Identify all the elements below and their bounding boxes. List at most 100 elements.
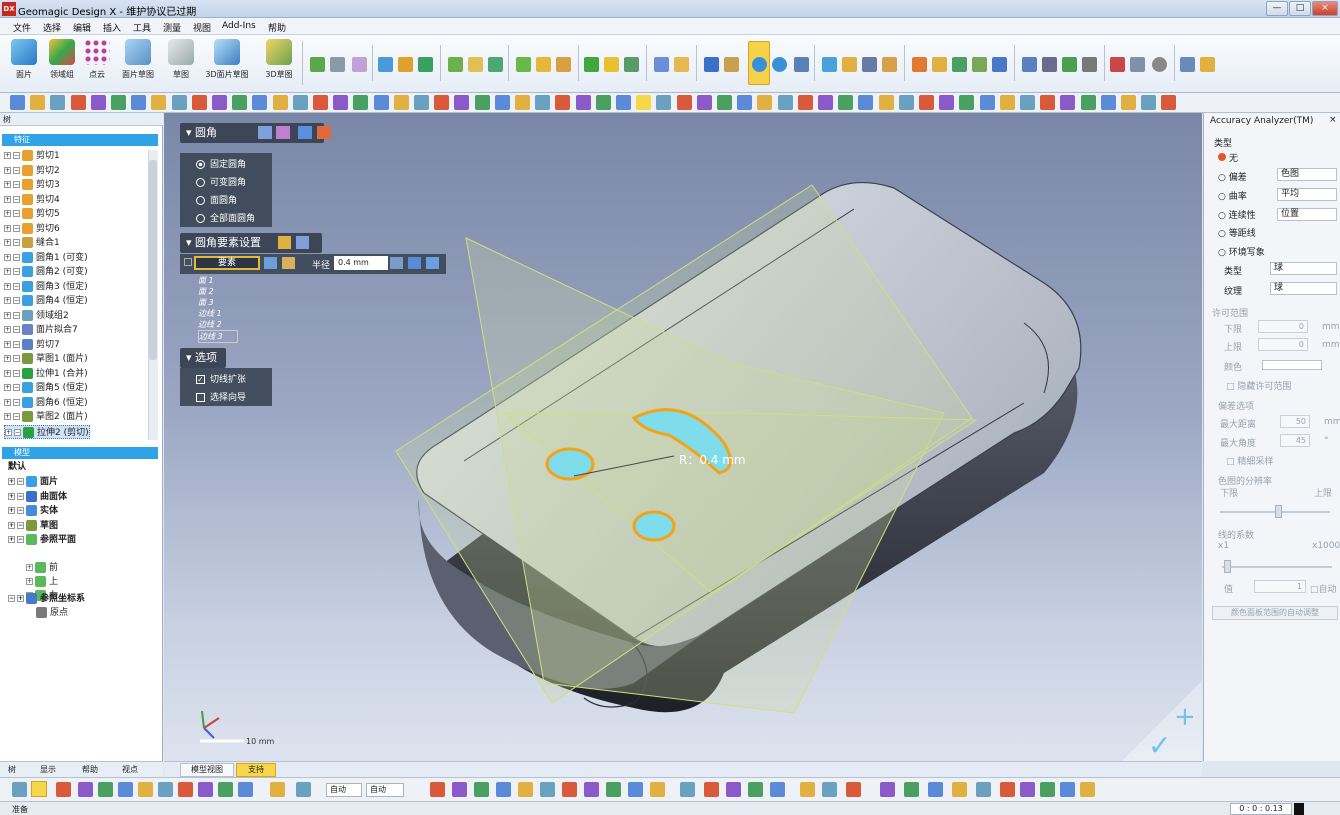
feature-item[interactable]: + − 剪切3 bbox=[4, 178, 60, 192]
view-tool-icon[interactable] bbox=[70, 95, 86, 110]
view-tool-icon[interactable] bbox=[151, 95, 167, 110]
view-tool-icon[interactable] bbox=[555, 95, 571, 110]
bottom-tool-icon[interactable] bbox=[1020, 782, 1035, 797]
view-tool-icon[interactable] bbox=[272, 95, 288, 110]
bottom-tool-icon[interactable] bbox=[218, 782, 233, 797]
bottom-tool-icon[interactable] bbox=[952, 782, 967, 797]
view-tool-icon[interactable] bbox=[191, 95, 207, 110]
filter-dropdown-1[interactable]: 自动 bbox=[326, 783, 362, 797]
menu-measure[interactable]: 测量 bbox=[163, 21, 181, 34]
element-pick-icon[interactable] bbox=[264, 257, 277, 269]
view-tool-icon[interactable] bbox=[535, 95, 551, 110]
bottom-tool-icon[interactable] bbox=[928, 782, 943, 797]
radius-options-icon[interactable] bbox=[426, 257, 439, 269]
feature-item[interactable]: + − 面片拟合7 bbox=[4, 323, 78, 337]
bottom-tool-icon[interactable] bbox=[270, 782, 285, 797]
polyline-tool-icon[interactable] bbox=[330, 57, 345, 72]
view-tool-icon[interactable] bbox=[717, 95, 732, 110]
align-icon[interactable] bbox=[704, 57, 719, 72]
feature-item[interactable]: + − 剪切2 bbox=[4, 164, 60, 178]
feature-item[interactable]: + − 圆角5 (恒定) bbox=[4, 381, 88, 395]
bottom-tool-icon[interactable] bbox=[178, 782, 193, 797]
mesh-sketch-button[interactable]: 面片草图 bbox=[118, 39, 158, 89]
bottom-tool-icon[interactable] bbox=[584, 782, 599, 797]
surface-trim-icon[interactable] bbox=[624, 57, 639, 72]
tangent-checkbox[interactable]: ✓ 切线扩张 bbox=[196, 372, 246, 385]
mirror-icon[interactable] bbox=[1110, 57, 1125, 72]
radio-deviation[interactable]: ○ 偏差 bbox=[1218, 170, 1247, 183]
solid-combine-icon[interactable] bbox=[842, 57, 857, 72]
feature-item[interactable]: + − 剪切6 bbox=[4, 222, 60, 236]
radius-input[interactable]: 0.4 mm bbox=[334, 256, 388, 270]
view-tool-icon[interactable] bbox=[333, 95, 349, 110]
boolean-icon[interactable] bbox=[468, 57, 483, 72]
feature-item[interactable]: + − 领域组2 bbox=[4, 309, 69, 323]
menu-insert[interactable]: 插入 bbox=[103, 21, 121, 34]
element-field[interactable]: 要素 bbox=[194, 256, 260, 270]
view-tool-icon[interactable] bbox=[616, 95, 631, 110]
chamfer-icon[interactable] bbox=[536, 57, 551, 72]
3d-sketch-button[interactable]: 3D草图 bbox=[260, 39, 298, 89]
view-tool-icon[interactable] bbox=[414, 95, 429, 110]
view-tool-icon[interactable] bbox=[1040, 95, 1056, 110]
sketch-button[interactable]: 草图 bbox=[166, 39, 196, 89]
line-tool-icon[interactable] bbox=[310, 57, 325, 72]
continuity-select[interactable]: 位置 bbox=[1277, 208, 1337, 221]
feature-item[interactable]: + − 草图2 (面片) bbox=[4, 410, 88, 424]
bottom-tool-icon[interactable] bbox=[1040, 782, 1055, 797]
view-tool-icon[interactable] bbox=[252, 95, 268, 110]
model-canvas[interactable]: + ✓ bbox=[164, 113, 1202, 761]
view-tool-icon[interactable] bbox=[959, 95, 975, 110]
menu-select[interactable]: 选择 bbox=[43, 21, 61, 34]
bottom-tool-icon[interactable] bbox=[518, 782, 533, 797]
auto-checkbox[interactable]: □自动 bbox=[1310, 582, 1337, 595]
option-face[interactable]: 面圆角 bbox=[196, 193, 237, 206]
radius-unit-icon[interactable] bbox=[390, 257, 403, 269]
view-tool-icon[interactable] bbox=[10, 95, 25, 110]
color-swatch[interactable] bbox=[1262, 360, 1322, 370]
features-header[interactable]: 特征 bbox=[2, 134, 158, 146]
view-tool-icon[interactable] bbox=[595, 95, 611, 110]
bottom-tool-icon[interactable] bbox=[1060, 782, 1075, 797]
element-item[interactable]: 面 3 bbox=[198, 297, 238, 308]
view-tool-icon[interactable] bbox=[232, 95, 248, 110]
feature-item[interactable]: + − 草图1 (面片) bbox=[4, 352, 88, 366]
menu-help[interactable]: 帮助 bbox=[268, 21, 286, 34]
face-offset-icon[interactable] bbox=[972, 57, 987, 72]
loft-icon[interactable] bbox=[448, 57, 463, 72]
settings-add-icon[interactable] bbox=[278, 236, 291, 249]
view-tool-icon[interactable] bbox=[858, 95, 874, 110]
copy-body-icon[interactable] bbox=[654, 57, 669, 72]
model-item[interactable]: + − 草图 bbox=[8, 519, 58, 533]
shell-icon[interactable] bbox=[488, 57, 503, 72]
factor-slider[interactable] bbox=[1222, 566, 1332, 568]
view-tool-icon[interactable] bbox=[212, 95, 227, 110]
tree-scroll-thumb[interactable] bbox=[149, 160, 157, 360]
element-undo-icon[interactable] bbox=[282, 257, 295, 269]
body-remove-icon[interactable] bbox=[1082, 57, 1097, 72]
menu-file[interactable]: 文件 bbox=[13, 21, 31, 34]
view-tool-icon[interactable] bbox=[979, 95, 995, 110]
view-tool-icon[interactable] bbox=[1161, 95, 1177, 110]
filter-dropdown-2[interactable]: 自动 bbox=[366, 783, 404, 797]
bottom-tool-icon[interactable] bbox=[238, 782, 253, 797]
transform-icon[interactable] bbox=[724, 57, 739, 72]
spline-tool-icon[interactable] bbox=[352, 57, 367, 72]
face-move-icon[interactable] bbox=[912, 57, 927, 72]
radio-none[interactable]: 无 bbox=[1218, 151, 1238, 164]
select-mode-button[interactable] bbox=[31, 781, 47, 797]
view-tool-icon[interactable] bbox=[454, 95, 470, 110]
model-item[interactable]: + − 面片 bbox=[8, 475, 58, 489]
solid-split-icon[interactable] bbox=[822, 57, 837, 72]
body-move-icon[interactable] bbox=[1022, 57, 1037, 72]
tab-tree[interactable]: 树 bbox=[8, 764, 16, 775]
settings-gear-icon[interactable] bbox=[1152, 57, 1167, 72]
view-tool-icon[interactable] bbox=[474, 95, 490, 110]
3d-mesh-sketch-button[interactable]: 3D面片草图 bbox=[202, 39, 252, 89]
close-button[interactable]: × bbox=[1312, 1, 1338, 16]
mesh-button[interactable]: 面片 bbox=[6, 39, 42, 89]
feature-item[interactable]: + − 圆角4 (恒定) bbox=[4, 294, 88, 308]
fit-view-icon[interactable] bbox=[1180, 57, 1195, 72]
coord-system[interactable]: − + 参照坐标系 bbox=[8, 592, 85, 606]
element-item[interactable]: 面 1 bbox=[198, 275, 238, 286]
